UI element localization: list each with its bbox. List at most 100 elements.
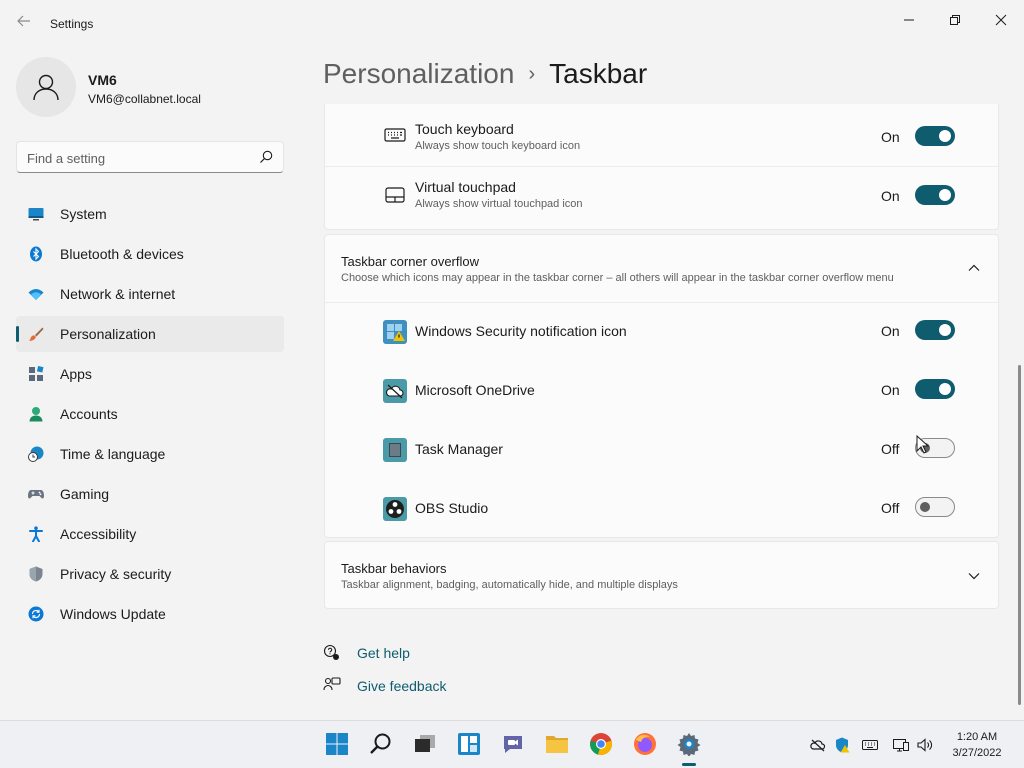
file-explorer-icon	[546, 736, 568, 753]
give-feedback-link[interactable]: Give feedback	[357, 678, 447, 694]
onedrive-toggle[interactable]	[915, 379, 955, 399]
toggle-state-label: On	[881, 382, 900, 398]
user-profile[interactable]: VM6 VM6@collabnet.local	[16, 57, 286, 117]
setting-row-task-manager[interactable]: Task Manager Off	[325, 421, 1000, 480]
brush-icon	[29, 327, 44, 341]
breadcrumb-parent[interactable]: Personalization	[323, 58, 514, 89]
search-box[interactable]	[16, 141, 284, 173]
search-icon[interactable]	[259, 150, 273, 164]
settings-taskbar-button[interactable]	[674, 729, 704, 759]
sidebar-item-bluetooth[interactable]: Bluetooth & devices	[16, 236, 284, 272]
network-icon[interactable]	[893, 737, 909, 753]
windows-security-icon	[383, 320, 407, 344]
sidebar-item-gaming[interactable]: Gaming	[16, 476, 284, 512]
sidebar-item-windows-update[interactable]: Windows Update	[16, 596, 284, 632]
widgets-icon	[458, 733, 480, 755]
touchpad-icon	[385, 187, 405, 203]
clock-date[interactable]: 3/27/2022	[940, 747, 1014, 759]
minimize-button[interactable]	[886, 4, 932, 36]
taskbar-search-button[interactable]	[366, 729, 396, 759]
user-icon	[33, 74, 59, 101]
clock-time[interactable]: 1:20 AM	[940, 731, 1014, 743]
sidebar-item-label: Personalization	[60, 326, 156, 342]
toggle-state-label: Off	[881, 500, 900, 516]
setting-row-onedrive[interactable]: Microsoft OneDrive On	[325, 362, 1000, 421]
chrome-button[interactable]	[586, 729, 616, 759]
sidebar-item-accessibility[interactable]: Accessibility	[16, 516, 284, 552]
accessibility-icon	[29, 526, 43, 542]
setting-row-virtual-touchpad[interactable]: Virtual touchpad Always show virtual tou…	[325, 167, 1000, 227]
touch-keyboard-toggle[interactable]	[915, 126, 955, 146]
setting-row-touch-keyboard[interactable]: Touch keyboard Always show touch keyboar…	[325, 105, 1000, 165]
overflow-section-header[interactable]: Taskbar corner overflow Choose which ico…	[325, 235, 1000, 302]
onedrive-icon	[383, 379, 407, 403]
taskbar-corner-overflow-card: Taskbar corner overflow Choose which ico…	[324, 234, 1000, 539]
mouse-cursor-icon	[916, 435, 930, 454]
volume-icon[interactable]	[917, 737, 933, 753]
chevron-up-icon[interactable]	[967, 261, 981, 275]
restore-button[interactable]	[932, 4, 978, 36]
get-help-link[interactable]: Get help	[357, 645, 410, 661]
search-icon	[370, 733, 391, 754]
sidebar-item-label: Network & internet	[60, 286, 176, 302]
setting-title: Virtual touchpad	[415, 179, 516, 195]
sidebar-item-apps[interactable]: Apps	[16, 356, 284, 392]
onedrive-tray-icon[interactable]	[810, 737, 826, 753]
minimize-icon	[904, 19, 914, 21]
section-title: Taskbar corner overflow	[341, 254, 479, 269]
profile-name: VM6	[88, 72, 117, 88]
firefox-icon	[634, 733, 656, 755]
bluetooth-icon	[30, 246, 42, 262]
sidebar-item-accounts[interactable]: Accounts	[16, 396, 284, 432]
setting-title: Microsoft OneDrive	[415, 382, 535, 398]
task-view-icon	[415, 735, 435, 752]
start-icon	[326, 733, 348, 755]
firefox-button[interactable]	[630, 729, 660, 759]
setting-subtitle: Always show virtual touchpad icon	[415, 198, 583, 210]
window-title: Settings	[50, 17, 94, 31]
title-bar: Settings	[0, 0, 1024, 48]
close-button[interactable]	[978, 4, 1024, 36]
sidebar-item-personalization[interactable]: Personalization	[16, 316, 284, 352]
file-explorer-button[interactable]	[542, 729, 572, 759]
keyboard-icon	[384, 128, 406, 142]
security-tray-icon[interactable]	[834, 737, 850, 753]
sidebar-item-label: System	[60, 206, 107, 222]
chevron-down-icon[interactable]	[967, 569, 981, 583]
sidebar-item-label: Gaming	[60, 486, 110, 502]
sidebar-item-network[interactable]: Network & internet	[16, 276, 284, 312]
page-title: Taskbar	[549, 58, 648, 89]
widgets-button[interactable]	[454, 729, 484, 759]
avatar	[16, 57, 76, 117]
task-view-button[interactable]	[410, 729, 440, 759]
taskbar-corner-icons-card: Touch keyboard Always show touch keyboar…	[324, 104, 1000, 230]
setting-row-obs-studio[interactable]: OBS Studio Off	[325, 480, 1000, 539]
obs-studio-toggle[interactable]	[915, 497, 955, 517]
taskbar-behaviors-card[interactable]: Taskbar behaviors Taskbar alignment, bad…	[324, 541, 999, 609]
sidebar-item-label: Accessibility	[60, 526, 137, 542]
wifi-icon	[28, 289, 44, 300]
start-button[interactable]	[322, 729, 352, 759]
setting-title: Touch keyboard	[415, 121, 514, 137]
search-input[interactable]	[27, 148, 247, 168]
setting-title: OBS Studio	[415, 500, 489, 516]
settings-content: Touch keyboard Always show touch keyboar…	[300, 104, 1010, 720]
teams-chat-button[interactable]	[498, 729, 528, 759]
accounts-icon	[29, 407, 43, 422]
windows-security-toggle[interactable]	[915, 320, 955, 340]
scrollbar[interactable]	[1018, 365, 1021, 705]
section-subtitle: Choose which icons may appear in the tas…	[341, 272, 894, 284]
back-arrow-icon[interactable]	[14, 14, 34, 34]
toggle-state-label: On	[881, 323, 900, 339]
obs-icon	[383, 497, 407, 521]
sidebar-item-time-language[interactable]: Time & language	[16, 436, 284, 472]
sidebar-item-label: Windows Update	[60, 606, 166, 622]
keyboard-tray-icon[interactable]	[862, 737, 878, 753]
sidebar-item-label: Accounts	[60, 406, 118, 422]
virtual-touchpad-toggle[interactable]	[915, 185, 955, 205]
setting-row-windows-security[interactable]: Windows Security notification icon On	[325, 303, 1000, 362]
settings-icon	[677, 733, 701, 756]
sidebar-item-privacy[interactable]: Privacy & security	[16, 556, 284, 592]
sidebar-item-system[interactable]: System	[16, 196, 284, 232]
close-icon	[995, 14, 1007, 26]
